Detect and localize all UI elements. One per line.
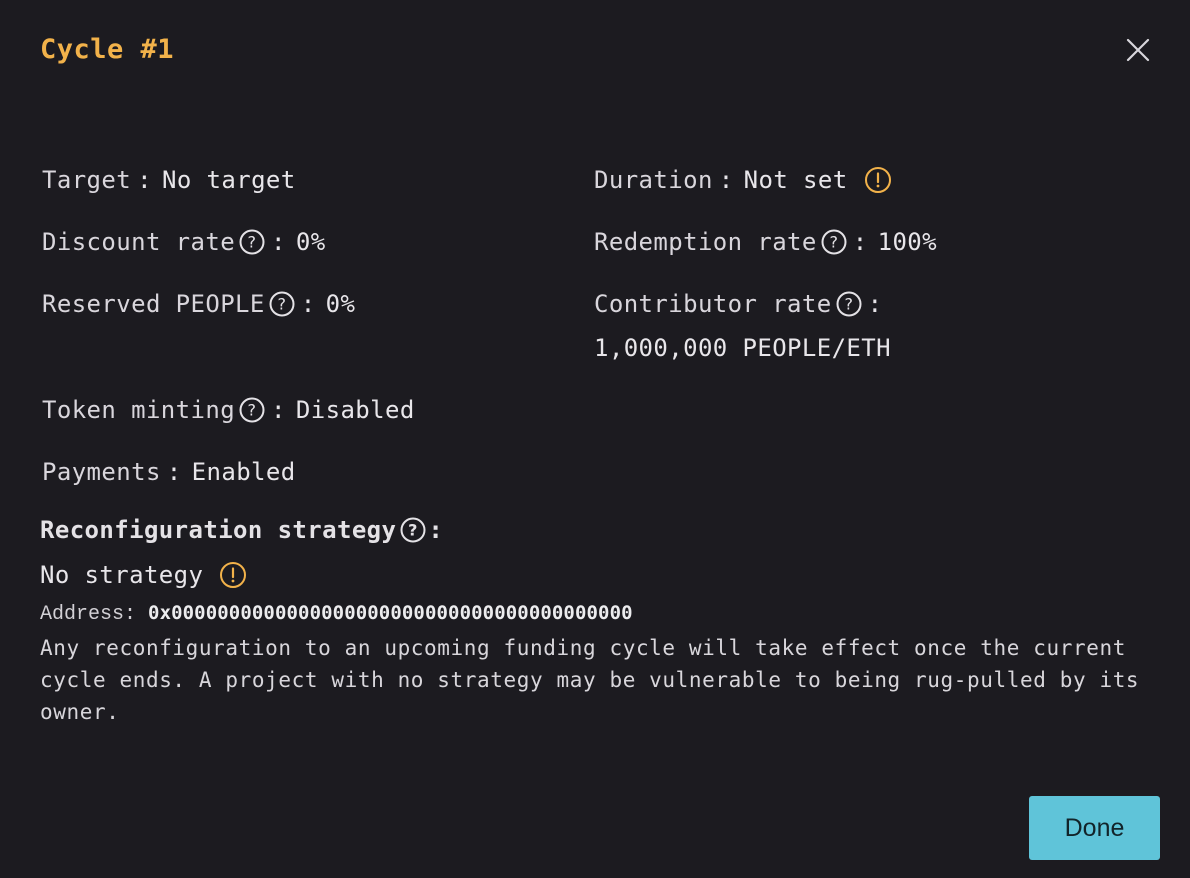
help-icon[interactable]: ? [239,229,265,255]
redemption-rate-label: Redemption rate [594,228,817,256]
target-row: Target : No target [42,166,296,194]
close-button[interactable] [1124,36,1152,64]
payments-label: Payments [42,458,161,486]
svg-text:?: ? [248,401,257,420]
svg-text:?: ? [409,521,419,540]
payments-value: Enabled [191,458,296,486]
discount-rate-row: Discount rate ? : 0% [42,228,326,256]
warning-icon[interactable] [864,166,892,194]
discount-rate-label: Discount rate [42,228,236,256]
svg-text:?: ? [248,233,257,252]
reconfiguration-strategy-label: Reconfiguration strategy [40,516,397,544]
no-strategy-row: No strategy [40,561,247,589]
reserved-row: Reserved PEOPLE ? : 0% [42,290,356,318]
help-icon[interactable]: ? [836,291,862,317]
reserved-label: Reserved PEOPLE [42,290,265,318]
contributor-rate-row: Contributor rate ? : [594,290,883,318]
close-icon [1126,38,1150,62]
svg-text:?: ? [829,233,838,252]
duration-label: Duration [594,166,713,194]
token-minting-row: Token minting ? : Disabled [42,396,415,424]
redemption-rate-value: 100% [877,228,938,256]
help-icon[interactable]: ? [239,397,265,423]
svg-text:?: ? [277,295,286,314]
token-minting-value: Disabled [295,396,415,424]
target-label: Target [42,166,132,194]
discount-rate-value: 0% [295,228,326,256]
redemption-rate-row: Redemption rate ? : 100% [594,228,938,256]
address-value: 0x00000000000000000000000000000000000000… [148,602,633,624]
address-label: Address: [40,603,137,626]
duration-value: Not set [743,166,848,194]
done-button[interactable]: Done [1029,796,1160,860]
contributor-rate-value-row: 1,000,000 PEOPLE/ETH [594,333,891,363]
help-icon[interactable]: ? [269,291,295,317]
strategy-address: Address: 0x00000000000000000000000000000… [40,600,633,628]
help-icon[interactable]: ? [400,517,426,543]
target-value: No target [161,166,296,194]
duration-row: Duration : Not set [594,165,892,195]
reconfiguration-strategy-value: No strategy [40,561,204,589]
payments-row: Payments : Enabled [42,458,296,486]
reconfiguration-description: Any reconfiguration to an upcoming fundi… [40,636,1140,724]
modal-title: Cycle #1 [40,34,175,65]
contributor-rate-label: Contributor rate [594,290,832,318]
token-minting-label: Token minting [42,396,236,424]
warning-icon[interactable] [219,561,247,589]
svg-text:?: ? [844,295,853,314]
reconfiguration-strategy-heading: Reconfiguration strategy ? : [40,516,444,544]
help-icon[interactable]: ? [821,229,847,255]
reserved-value: 0% [325,290,356,318]
contributor-rate-value: 1,000,000 PEOPLE/ETH [594,334,891,362]
